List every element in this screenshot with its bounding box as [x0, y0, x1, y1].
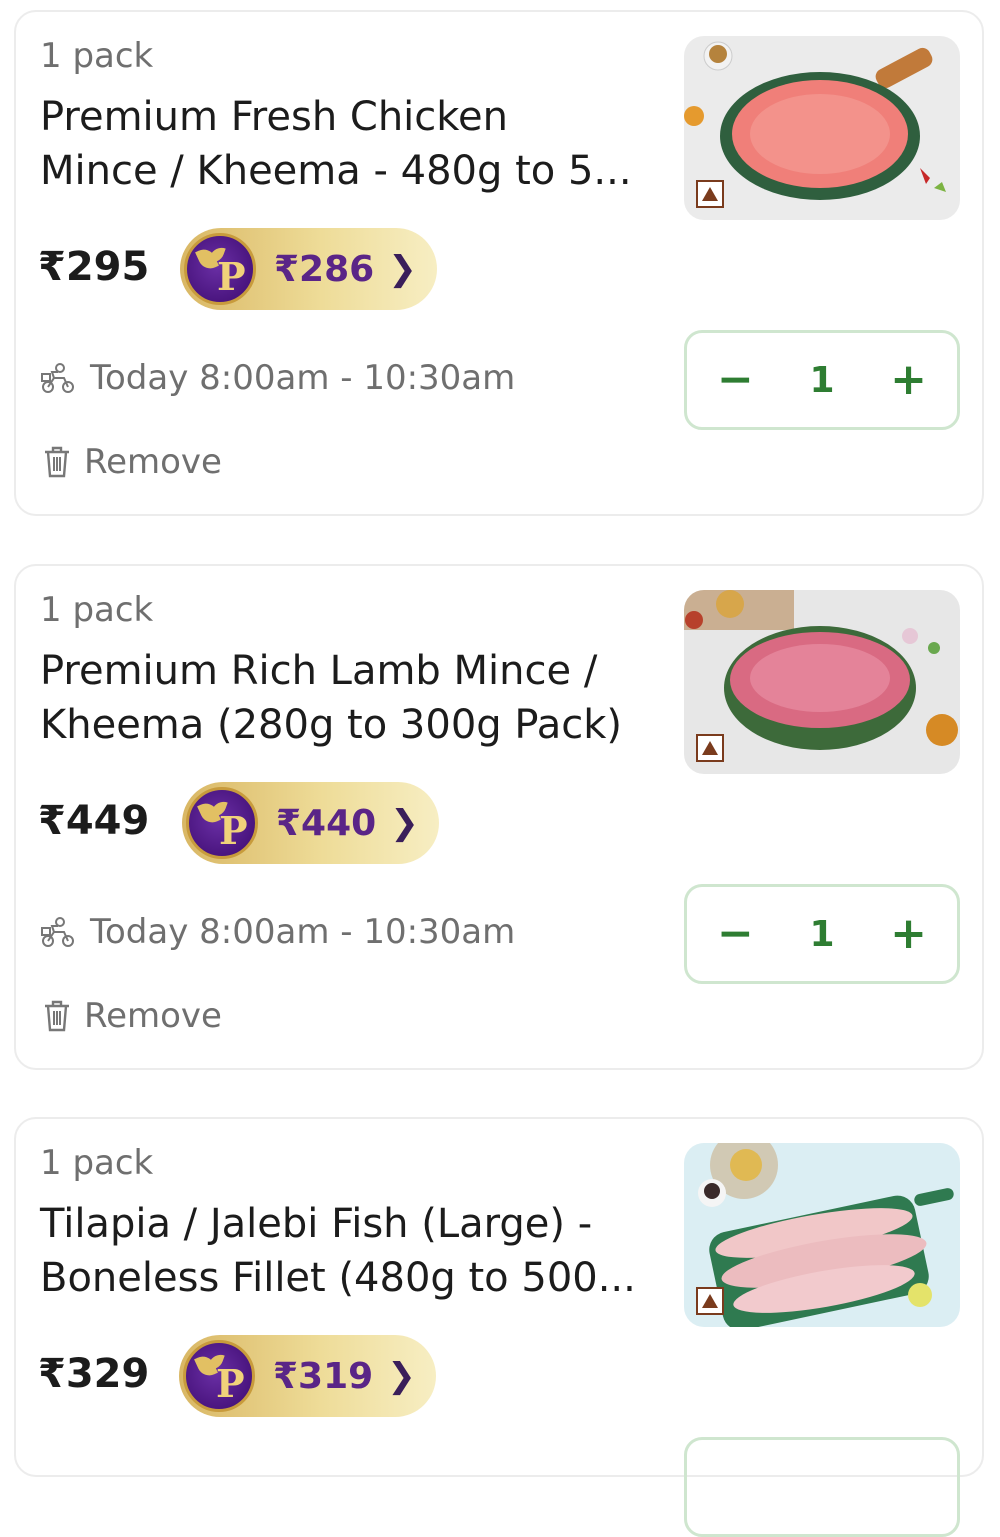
nonveg-mark-icon	[696, 1287, 724, 1315]
quantity-value: 1	[809, 913, 835, 955]
chevron-right-icon: ❯	[388, 249, 417, 289]
member-price: ₹319	[273, 1355, 374, 1397]
product-title-line: Tilapia / Jalebi Fish (Large) -	[40, 1201, 593, 1247]
increase-quantity-button[interactable]: +	[890, 912, 927, 956]
remove-label: Remove	[84, 996, 222, 1036]
quantity-stepper	[684, 1437, 960, 1537]
delivery-scooter-icon	[41, 363, 74, 393]
product-image[interactable]	[684, 1143, 960, 1327]
pack-size: 1 pack	[40, 590, 154, 630]
chevron-right-icon: ❯	[387, 1356, 416, 1396]
trash-icon	[45, 446, 69, 478]
product-image[interactable]	[684, 36, 960, 220]
delivery-time: Today 8:00am - 10:30am	[90, 358, 516, 398]
product-title[interactable]: Tilapia / Jalebi Fish (Large) - Boneless…	[40, 1197, 650, 1305]
nonveg-mark-icon	[696, 180, 724, 208]
product-title[interactable]: Premium Rich Lamb Mince / Kheema (280g t…	[40, 644, 650, 752]
quantity-value: 1	[809, 359, 835, 401]
member-price-pill[interactable]: P ₹286 ❯	[180, 228, 437, 310]
product-title[interactable]: Premium Fresh Chicken Mince / Kheema - 4…	[40, 90, 650, 198]
product-title-line: Boneless Fillet (480g to 500...	[40, 1255, 636, 1301]
member-p-badge-icon: P	[186, 787, 258, 859]
member-p-badge-icon: P	[183, 1340, 255, 1412]
pack-size: 1 pack	[40, 1143, 154, 1183]
price: ₹295	[38, 244, 150, 290]
remove-button[interactable]: Remove	[42, 442, 222, 482]
product-image[interactable]	[684, 590, 960, 774]
member-price-pill[interactable]: P ₹319 ❯	[179, 1335, 436, 1417]
cart-item-card: 1 pack Tilapia / Jalebi Fish (Large) - B…	[14, 1117, 984, 1537]
pack-size: 1 pack	[40, 36, 154, 76]
price: ₹329	[38, 1351, 150, 1397]
delivery-slot: Today 8:00am - 10:30am	[40, 912, 515, 952]
remove-label: Remove	[84, 442, 222, 482]
increase-quantity-button[interactable]: +	[890, 358, 927, 402]
price: ₹449	[38, 798, 150, 844]
quantity-stepper: − 1 +	[684, 330, 960, 430]
delivery-slot: Today 8:00am - 10:30am	[40, 358, 515, 398]
nonveg-mark-icon	[696, 734, 724, 762]
delivery-scooter-icon	[41, 917, 74, 947]
trash-icon	[45, 1000, 69, 1032]
chicken-mince-image	[684, 36, 960, 220]
lamb-mince-image	[684, 590, 960, 774]
tilapia-fillet-image	[684, 1143, 960, 1327]
member-p-badge-icon: P	[184, 233, 256, 305]
product-title-line: Mince / Kheema - 480g to 5...	[40, 148, 632, 194]
member-price-pill[interactable]: P ₹440 ❯	[182, 782, 439, 864]
product-title-line: Kheema (280g to 300g Pack)	[40, 702, 622, 748]
cart-item-card: 1 pack Premium Rich Lamb Mince / Kheema …	[14, 564, 984, 1070]
member-price: ₹286	[274, 248, 375, 290]
member-price: ₹440	[276, 802, 377, 844]
decrease-quantity-button[interactable]: −	[717, 912, 754, 956]
quantity-stepper: − 1 +	[684, 884, 960, 984]
chevron-right-icon: ❯	[390, 803, 419, 843]
decrease-quantity-button[interactable]: −	[717, 358, 754, 402]
product-title-line: Premium Fresh Chicken	[40, 94, 508, 140]
cart-item-card: 1 pack Premium Fresh Chicken Mince / Khe…	[14, 10, 984, 516]
product-title-line: Premium Rich Lamb Mince /	[40, 648, 598, 694]
delivery-time: Today 8:00am - 10:30am	[90, 912, 516, 952]
remove-button[interactable]: Remove	[42, 996, 222, 1036]
